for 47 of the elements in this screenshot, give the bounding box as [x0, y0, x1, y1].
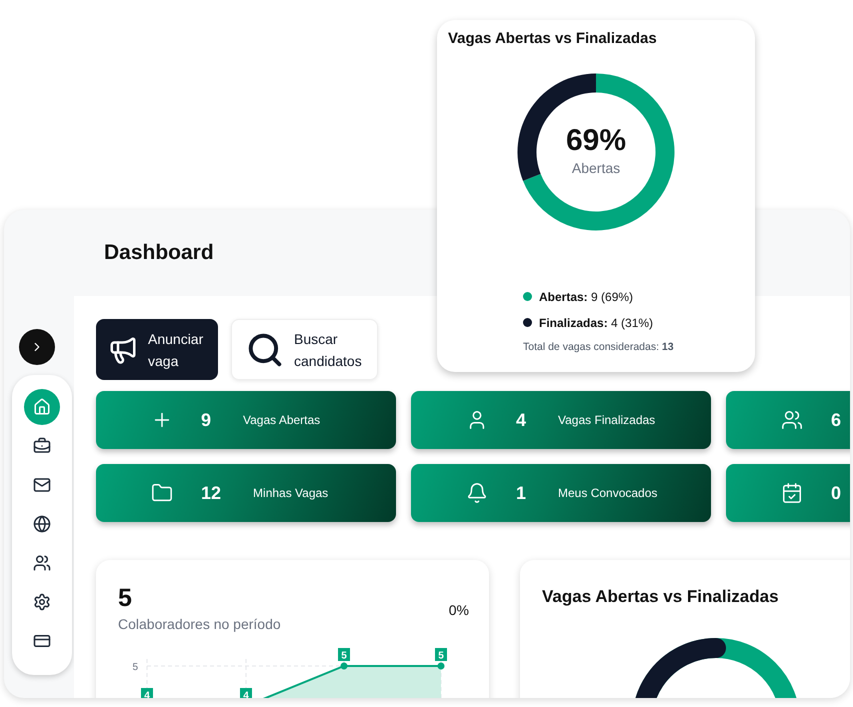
briefcase-icon [33, 437, 51, 455]
stat-card[interactable]: 9 Vagas Abertas [96, 391, 396, 449]
card-title: Vagas Abertas vs Finalizadas [542, 586, 780, 608]
collaborators-label: Colaboradores no período [118, 615, 281, 634]
globe-icon [33, 515, 51, 533]
data-label: 5 [435, 648, 447, 662]
change-percent: 0% [448, 601, 469, 620]
center-label: Abertas [572, 159, 620, 178]
data-label: 5 [338, 648, 350, 662]
mail-icon [33, 476, 51, 494]
stat-card[interactable]: 1 Meus Convocados [411, 464, 711, 522]
stat-card[interactable]: 12 Minhas Vagas [96, 464, 396, 522]
settings-icon [33, 593, 51, 611]
stat-card[interactable]: 0 [726, 464, 850, 522]
center-value: 69% [566, 124, 626, 158]
stat-value: 12 [201, 482, 222, 504]
legend-text: Finalizadas: 4 (31%) [539, 314, 654, 332]
stat-value: 0 [831, 482, 842, 504]
search-button[interactable]: Buscar candidatos [231, 319, 378, 380]
bell-icon [466, 482, 488, 504]
stat-card[interactable]: 6 [726, 391, 850, 449]
sidebar-toggle[interactable] [19, 329, 55, 365]
card-icon [33, 632, 51, 650]
stat-value: 4 [516, 408, 526, 432]
stat-value: 6 [831, 408, 842, 432]
folder-icon [151, 482, 173, 504]
megaphone-icon [108, 334, 138, 364]
stat-label: Vagas Abertas [243, 412, 320, 429]
calendar-check-icon [781, 482, 803, 504]
stat-label: Vagas Finalizadas [558, 412, 656, 429]
announce-button[interactable]: Anunciar vaga [96, 319, 218, 380]
page-title: Dashboard [104, 240, 214, 266]
total-text: Total de vagas consideradas: 13 [523, 340, 674, 354]
legend-text: Abertas: 9 (69%) [539, 288, 634, 306]
users-icon [33, 554, 51, 572]
users-icon [781, 409, 803, 431]
data-point [438, 662, 444, 670]
stat-label: Minhas Vagas [253, 485, 328, 502]
stat-value: 9 [201, 408, 212, 432]
axis-tick: 5 [132, 662, 138, 673]
stat-label: Meus Convocados [558, 485, 658, 502]
card-title: Vagas Abertas vs Finalizadas [448, 29, 657, 49]
stat-value: 1 [516, 482, 526, 504]
stat-card[interactable]: 4 Vagas Finalizadas [411, 391, 711, 449]
data-point [340, 662, 348, 670]
home-icon [33, 398, 51, 416]
collaborators-count: 5 [118, 584, 133, 612]
